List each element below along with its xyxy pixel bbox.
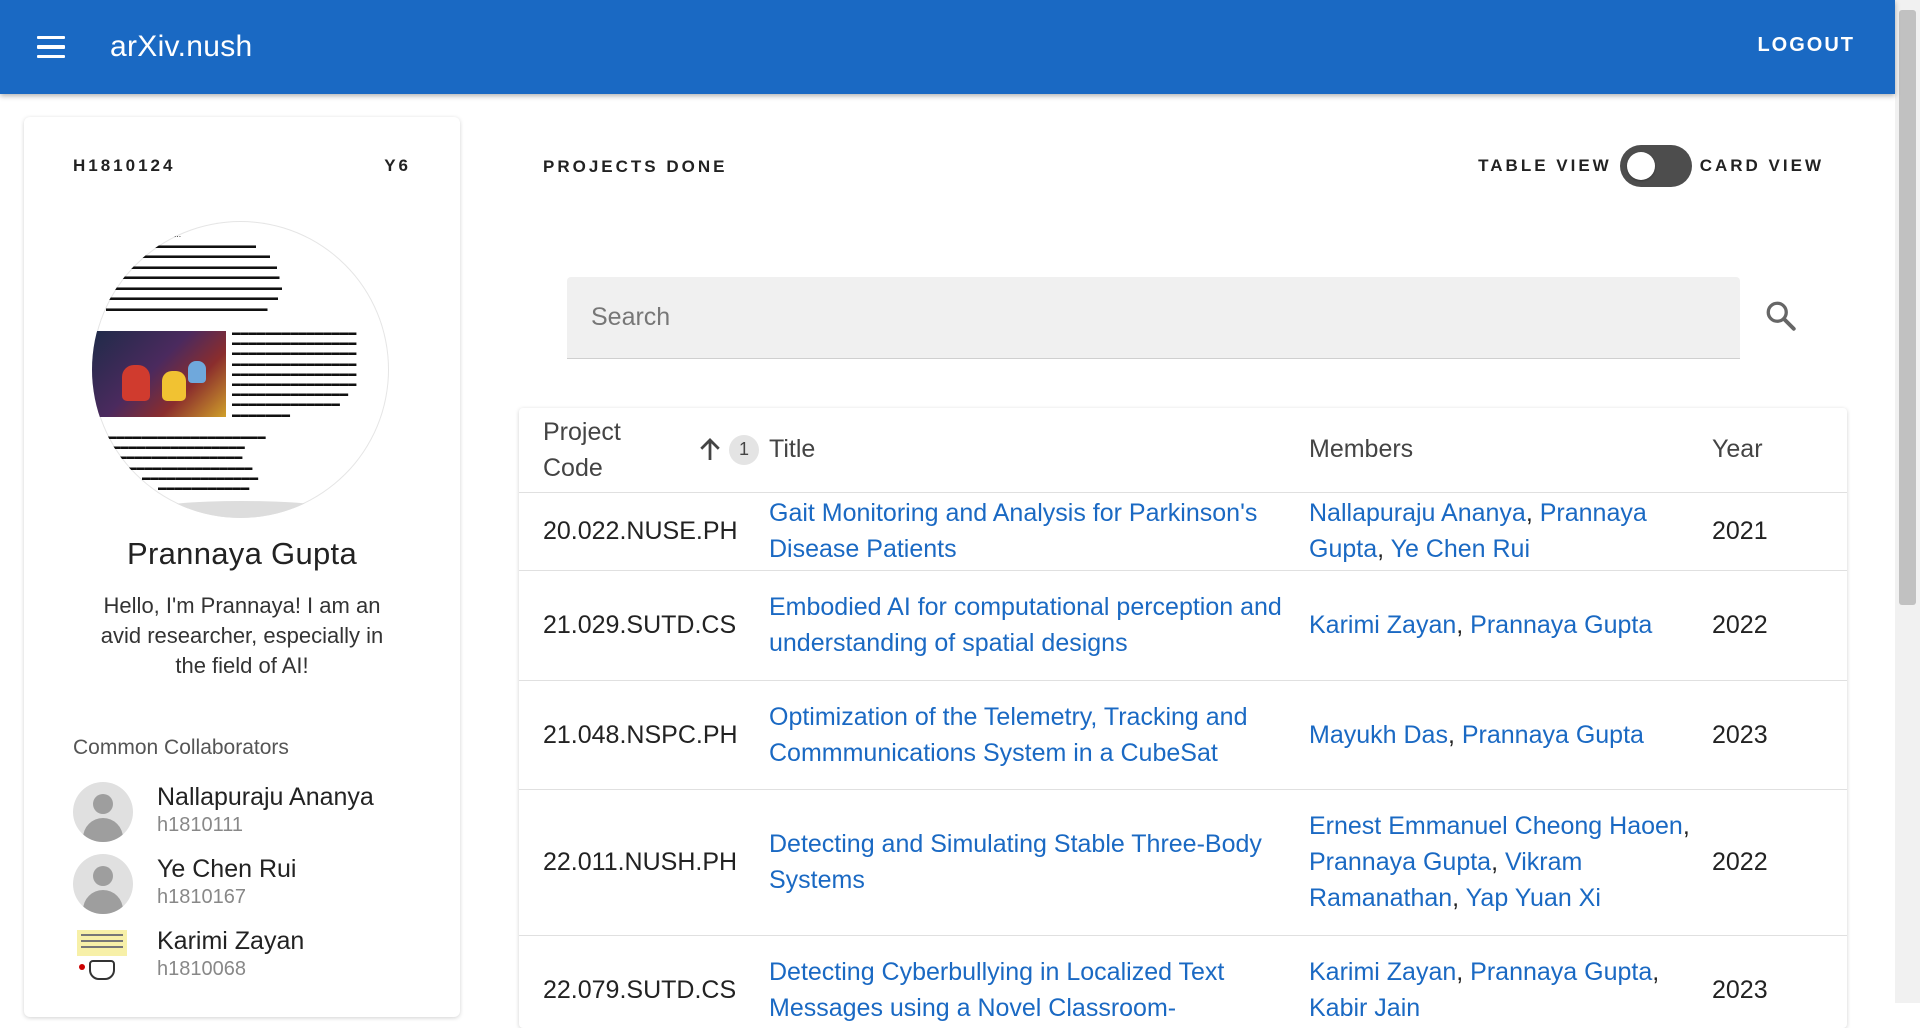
- projects-title: PROJECTS DONE: [543, 157, 728, 176]
- avatar-image-text: ... ▬▬▬▬▬▬▬▬▬▬▬▬ ▬▬▬▬▬▬▬▬▬▬▬▬▬▬▬▬ ▬▬▬▬▬▬…: [106, 229, 282, 313]
- profile-header: H1810124 Y6: [73, 156, 411, 176]
- avatar-image-text-3: ▬▬▬▬▬▬▬▬▬▬▬▬▬▬▬▬▬▬▬ ▬▬▬▬▬▬▬▬▬▬▬▬▬▬▬▬ ▬▬▬…: [108, 431, 266, 493]
- project-title-link[interactable]: Optimization of the Telemetry, Tracking …: [769, 703, 1247, 767]
- projects-table-card: Project Code 1 Title Members Year 20.022…: [519, 408, 1847, 1028]
- column-header-label: Project Code: [543, 417, 621, 482]
- column-header-year[interactable]: Year: [1712, 408, 1847, 492]
- project-title-link[interactable]: Detecting and Simulating Stable Three-Bo…: [769, 830, 1262, 894]
- project-code: 21.029.SUTD.CS: [543, 611, 737, 639]
- sort-control[interactable]: 1: [695, 434, 759, 465]
- member-link[interactable]: Prannaya Gupta: [1309, 848, 1491, 876]
- member-link[interactable]: Prannaya Gupta: [1462, 721, 1644, 749]
- game-screenshot: [92, 331, 226, 417]
- profile-avatar: ... ▬▬▬▬▬▬▬▬▬▬▬▬ ▬▬▬▬▬▬▬▬▬▬▬▬▬▬▬▬ ▬▬▬▬▬▬…: [92, 221, 389, 518]
- arrow-up-icon: [700, 437, 720, 460]
- table-view-label: TABLE VIEW: [1478, 156, 1612, 175]
- app-bar: arXiv.nush LOGOUT: [0, 0, 1895, 94]
- collaborator-item[interactable]: Karimi Zayan h1810068: [73, 926, 433, 992]
- project-year: 2023: [1712, 976, 1768, 1004]
- project-members: Ernest Emmanuel Cheong Haoen, Prannaya G…: [1309, 812, 1690, 912]
- project-members: Karimi Zayan, Prannaya Gupta: [1309, 611, 1653, 639]
- project-year: 2023: [1712, 720, 1768, 749]
- collaborator-id: h1810068: [157, 958, 246, 980]
- avatar-image-text-2: ▬▬▬▬▬▬▬▬▬▬▬▬▬▬▬ ▬▬▬▬▬▬▬▬▬▬▬▬▬▬▬ ▬▬▬▬▬▬▬▬▬▬…: [232, 327, 357, 419]
- project-code: 20.022.NUSE.PH: [543, 517, 738, 545]
- collaborator-name: Ye Chen Rui: [157, 855, 297, 883]
- member-link[interactable]: Prannaya Gupta: [1470, 958, 1652, 986]
- card-view-label: CARD VIEW: [1699, 156, 1824, 175]
- project-members: Nallapuraju Ananya, Prannaya Gupta, Ye C…: [1309, 499, 1647, 563]
- default-avatar-icon: [73, 782, 133, 842]
- menu-icon[interactable]: [27, 23, 75, 71]
- student-id: H1810124: [73, 156, 176, 175]
- project-code: 22.011.NUSH.PH: [543, 848, 738, 876]
- column-header-members[interactable]: Members: [1309, 408, 1712, 492]
- search-input[interactable]: [567, 277, 1740, 358]
- projects-table: Project Code 1 Title Members Year 20.022…: [519, 408, 1847, 1028]
- collaborator-item[interactable]: Nallapuraju Ananya h1810111: [73, 782, 433, 848]
- member-link[interactable]: Karimi Zayan: [1309, 611, 1456, 639]
- project-year: 2022: [1712, 848, 1768, 876]
- search-field[interactable]: [567, 277, 1740, 359]
- project-code: 22.079.SUTD.CS: [543, 976, 737, 1004]
- project-title-link[interactable]: Gait Monitoring and Analysis for Parkins…: [769, 499, 1257, 563]
- member-link[interactable]: Yap Yuan Xi: [1466, 884, 1601, 912]
- column-header-project-code[interactable]: Project Code 1: [519, 408, 769, 492]
- default-avatar-icon: [73, 854, 133, 914]
- app-title[interactable]: arXiv.nush: [110, 30, 253, 64]
- member-link[interactable]: Kabir Jain: [1309, 994, 1420, 1022]
- view-toggle: TABLE VIEW CARD VIEW: [1478, 145, 1824, 187]
- collaborators-title: Common Collaborators: [73, 736, 289, 759]
- project-members: Mayukh Das, Prannaya Gupta: [1309, 720, 1644, 749]
- project-members: Karimi Zayan, Prannaya Gupta, Kabir Jain: [1309, 958, 1660, 1022]
- member-link[interactable]: Nallapuraju Ananya: [1309, 499, 1526, 527]
- collaborator-name: Nallapuraju Ananya: [157, 783, 374, 811]
- member-link[interactable]: Mayukh Das: [1309, 721, 1448, 749]
- member-link[interactable]: Prannaya Gupta: [1470, 611, 1652, 639]
- table-row: 22.011.NUSH.PH Detecting and Simulating …: [519, 789, 1847, 935]
- project-code: 21.048.NSPC.PH: [543, 720, 738, 749]
- profile-name: Prannaya Gupta: [127, 536, 357, 571]
- column-header-title[interactable]: Title: [769, 408, 1309, 492]
- project-title-link[interactable]: Embodied AI for computational perception…: [769, 593, 1282, 657]
- member-link[interactable]: Ye Chen Rui: [1391, 535, 1530, 563]
- logout-button[interactable]: LOGOUT: [1757, 34, 1855, 57]
- profile-card: H1810124 Y6 ... ▬▬▬▬▬▬▬▬▬▬▬▬ ▬▬▬▬▬▬▬▬▬▬▬…: [24, 117, 460, 1017]
- view-switch[interactable]: [1619, 145, 1692, 187]
- member-link[interactable]: Ernest Emmanuel Cheong Haoen: [1309, 812, 1683, 840]
- table-header-row: Project Code 1 Title Members Year: [519, 408, 1847, 492]
- table-row: 20.022.NUSE.PH Gait Monitoring and Analy…: [519, 492, 1847, 570]
- search-icon[interactable]: [1763, 298, 1799, 334]
- collaborator-avatar: [73, 926, 133, 986]
- table-row: 21.029.SUTD.CS Embodied AI for computati…: [519, 570, 1847, 680]
- table-row: 21.048.NSPC.PH Optimization of the Telem…: [519, 680, 1847, 789]
- sort-order-badge: 1: [729, 434, 759, 465]
- collaborator-id: h1810111: [157, 814, 244, 836]
- scrollbar-thumb[interactable]: [1899, 10, 1916, 605]
- student-year: Y6: [384, 156, 411, 175]
- collaborator-name: Karimi Zayan: [157, 927, 305, 955]
- project-year: 2021: [1712, 517, 1768, 545]
- collaborator-item[interactable]: Ye Chen Rui h1810167: [73, 854, 433, 920]
- table-row: 22.079.SUTD.CS Detecting Cyberbullying i…: [519, 935, 1847, 1028]
- page-scrollbar[interactable]: [1895, 0, 1920, 1003]
- project-title-link[interactable]: Detecting Cyberbullying in Localized Tex…: [769, 958, 1224, 1022]
- collaborator-id: h1810167: [157, 886, 246, 908]
- member-link[interactable]: Karimi Zayan: [1309, 958, 1456, 986]
- project-year: 2022: [1712, 611, 1768, 639]
- profile-bio: Hello, I'm Prannaya! I am an avid resear…: [100, 593, 384, 678]
